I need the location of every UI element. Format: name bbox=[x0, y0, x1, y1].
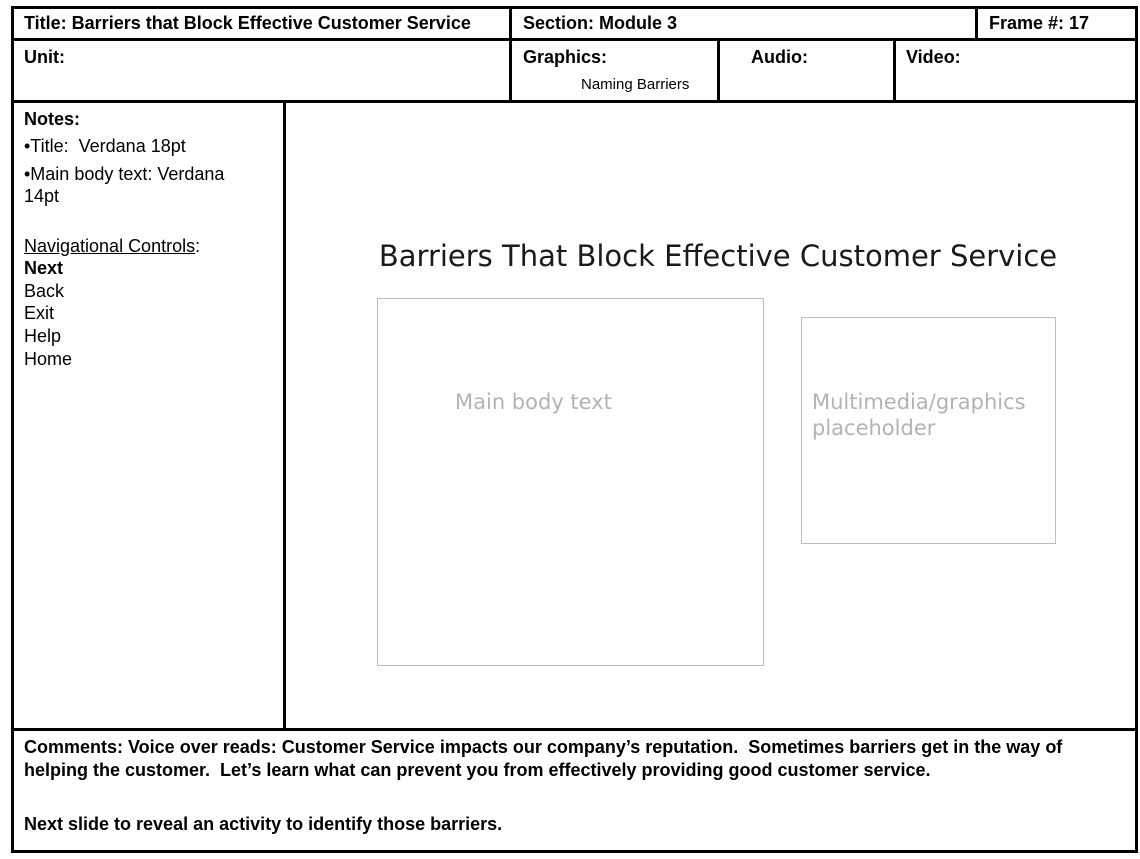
comments-next-slide: Next slide to reveal an activity to iden… bbox=[24, 814, 503, 834]
notes-body-font-line1: •Main body text: Verdana bbox=[24, 164, 225, 184]
main-body-placeholder-text: Main body text bbox=[455, 390, 612, 414]
slide-title: Barriers That Block Effective Customer S… bbox=[378, 239, 1058, 273]
notes-body-font: •Main body text: Verdana 14pt bbox=[24, 163, 224, 207]
main-body-placeholder-box bbox=[377, 298, 764, 666]
divider-comments bbox=[11, 728, 1138, 731]
divider-graphics-audio bbox=[717, 38, 720, 103]
video-label: Video: bbox=[906, 47, 961, 67]
divider-audio-video bbox=[893, 38, 896, 103]
divider-info bbox=[11, 100, 1138, 103]
notes-heading: Notes: bbox=[24, 109, 81, 129]
divider-section-frame bbox=[975, 6, 978, 40]
media-placeholder-text: Multimedia/graphics placeholder bbox=[812, 389, 1026, 441]
divider-header bbox=[11, 38, 1138, 41]
nav-exit: Exit bbox=[24, 303, 55, 324]
nav-heading-text: Navigational Controls bbox=[24, 236, 196, 256]
nav-home: Home bbox=[24, 348, 73, 369]
graphics-value: Naming Barriers bbox=[581, 76, 690, 93]
media-placeholder-line1: Multimedia/graphics bbox=[812, 390, 1026, 414]
unit-label: Unit: bbox=[24, 47, 65, 67]
navigational-controls-heading: Navigational Controls: bbox=[24, 235, 200, 257]
nav-controls-list: Next Back Exit Help Home bbox=[24, 257, 72, 371]
graphics-label: Graphics: bbox=[523, 47, 608, 67]
nav-back: Back bbox=[24, 280, 65, 301]
comments-voice-over: Comments: Voice over reads: Customer Ser… bbox=[24, 737, 1068, 780]
divider-notes-slide bbox=[283, 100, 286, 731]
divider-title-section bbox=[509, 6, 512, 103]
nav-help: Help bbox=[24, 326, 62, 347]
nav-heading-colon: : bbox=[195, 236, 201, 256]
notes-body-font-line2: 14pt bbox=[24, 186, 60, 206]
section-label: Section: Module 3 bbox=[523, 13, 678, 33]
notes-title-font: •Title: Verdana 18pt bbox=[24, 136, 186, 156]
audio-label: Audio: bbox=[751, 47, 808, 67]
frame-number: Frame #: 17 bbox=[989, 13, 1090, 33]
comments-section: Comments: Voice over reads: Customer Ser… bbox=[24, 736, 1124, 836]
nav-next: Next bbox=[24, 258, 64, 278]
media-placeholder-line2: placeholder bbox=[812, 416, 936, 440]
storyboard-title: Title: Barriers that Block Effective Cus… bbox=[24, 13, 471, 33]
